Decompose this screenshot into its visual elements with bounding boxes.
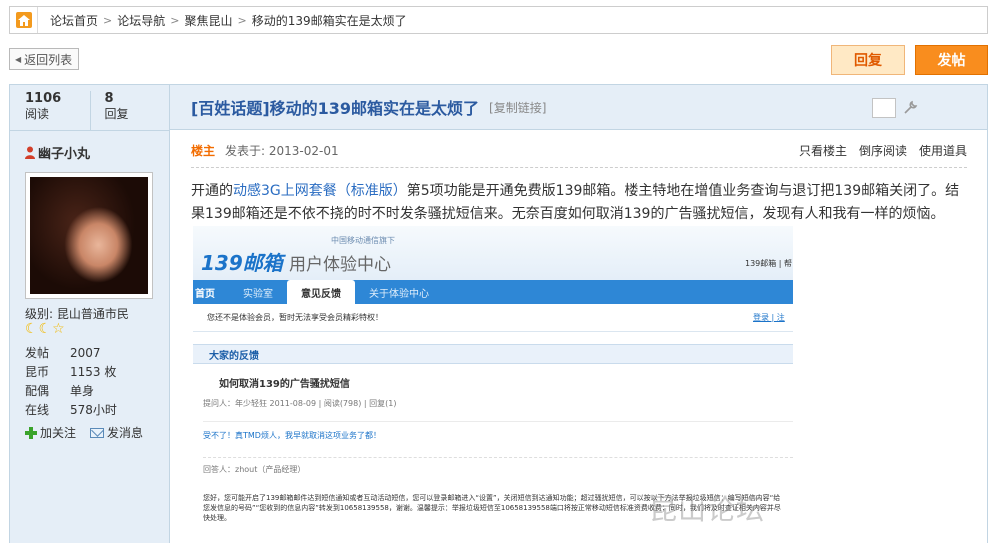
back-to-list-button[interactable]: ◀ 返回列表 <box>9 48 80 70</box>
watermark: 昆山论坛 BBS <box>649 493 766 530</box>
post-text: 开通的 <box>191 183 233 199</box>
use-tools-link[interactable]: 使用道具 <box>919 142 967 159</box>
author-name-row: 幽子小丸 <box>25 143 90 162</box>
profile-value: 578小时 <box>70 403 117 417</box>
screenshot-tab: 实验室 <box>243 288 273 300</box>
profile-key: 配偶 <box>25 384 50 398</box>
author-name[interactable]: 幽子小丸 <box>38 143 90 162</box>
triangle-left-icon: ◀ <box>15 54 22 64</box>
profile-row: 在线 578小时 <box>25 400 140 419</box>
screenshot-logo: 139邮箱 <box>201 251 283 275</box>
plus-icon <box>25 426 37 439</box>
chevron-right-icon: > <box>170 13 180 27</box>
screenshot-right-text: 139邮箱 | 帮 <box>745 259 793 268</box>
screenshot-nav: 首页 实验室 意见反馈 关于体验中心 <box>193 280 793 304</box>
screenshot-question: 如何取消139的广告骚扰短信 <box>219 379 350 390</box>
post-content-area: 楼主 发表于: 2013-02-01 只看楼主 倒序阅读 使用道具 开通的动感3… <box>170 130 988 543</box>
send-message-button[interactable]: 发消息 <box>90 424 143 441</box>
screenshot-question-meta: 提问人：年少轻狂 2011-08-09 | 阅读(798) | 回复(1) <box>203 399 397 408</box>
screenshot-notice: 您还不是体验会员，暂时无法享受会员精彩特权！ 登录 | 注 <box>193 304 793 332</box>
breadcrumb-current: 移动的139邮箱实在是太烦了 <box>251 13 407 28</box>
breadcrumb-forum-home[interactable]: 论坛首页 <box>50 12 98 29</box>
replies-stat: 8 回复 <box>89 91 170 130</box>
moon-icon: ☾ <box>38 321 52 337</box>
send-message-label: 发消息 <box>107 426 144 440</box>
profile-row: 昆币 1153 枚 <box>25 362 140 381</box>
screenshot-tab-active: 意见反馈 <box>287 280 355 304</box>
screenshot-tab: 首页 <box>195 288 215 300</box>
profile-key: 昆币 <box>25 365 50 379</box>
replies-label: 回复 <box>104 107 129 121</box>
profile-row: 配偶 单身 <box>25 381 140 400</box>
member-level: 级别: 昆山普通市民 <box>25 307 129 321</box>
screenshot-reply: 受不了！真TMD烦人，我早就取消这项业务了都！ <box>203 421 793 441</box>
author-profile: 发帖 2007 昆币 1153 枚 配偶 单身 在线 578小时 <box>25 343 140 419</box>
screenshot-header: 中国移动通信旗下 139邮箱 用户体验中心 139邮箱 | 帮 <box>193 226 793 280</box>
screenshot-login: 登录 | 注 <box>753 313 785 322</box>
follow-button[interactable]: 加关注 <box>25 424 76 441</box>
replies-count: 8 <box>104 91 114 106</box>
reverse-order-link[interactable]: 倒序阅读 <box>859 142 907 159</box>
screenshot-tab: 关于体验中心 <box>369 288 429 300</box>
views-count: 1106 <box>25 91 62 106</box>
profile-value: 2007 <box>70 345 101 360</box>
avatar-frame <box>25 172 153 299</box>
star-icon: ☆ <box>52 321 65 337</box>
author-sidebar: 1106 阅读 8 回复 幽子小丸 级别: 昆山普通市民 ☾ ☾ ☆ 发帖 20… <box>9 84 170 543</box>
post-body: 开通的动感3G上网套餐（标准版）第5项功能是开通免费版139邮箱。楼主特地在增值… <box>191 180 971 226</box>
profile-row: 发帖 2007 <box>25 343 140 362</box>
reply-button[interactable]: 回复 <box>831 45 905 75</box>
back-to-list-label: 返回列表 <box>24 52 73 67</box>
screenshot-reply-by: 回答人：zhout（产品经理） <box>203 457 793 475</box>
breadcrumb: 论坛首页 > 论坛导航 > 聚焦昆山 > 移动的139邮箱实在是太烦了 <box>9 6 988 34</box>
profile-value: 1153 枚 <box>70 365 117 379</box>
avatar[interactable] <box>30 177 148 294</box>
post-time: 发表于: 2013-02-01 <box>225 144 339 158</box>
screenshot-logo-sub: 用户体验中心 <box>289 255 391 275</box>
profile-value: 单身 <box>70 384 95 398</box>
home-icon <box>15 12 32 28</box>
profile-key: 在线 <box>25 403 50 417</box>
post-meta: 楼主 发表于: 2013-02-01 只看楼主 倒序阅读 使用道具 <box>191 142 967 168</box>
views-stat: 1106 阅读 <box>10 91 90 130</box>
screenshot-notice-text: 您还不是体验会员，暂时无法享受会员精彩特权！ <box>207 313 383 322</box>
floor-label: 楼主 <box>191 144 216 158</box>
views-label: 阅读 <box>25 107 50 121</box>
screenshot-caption: 中国移动通信旗下 <box>331 236 395 245</box>
package-link[interactable]: 动感3G上网套餐（标准版） <box>233 183 407 199</box>
search-in-thread-input[interactable] <box>872 98 896 118</box>
level-icons: ☾ ☾ ☆ <box>25 322 65 336</box>
home-button[interactable] <box>10 7 38 33</box>
wrench-icon[interactable] <box>902 100 918 116</box>
thread-title: [百姓话题]移动的139邮箱实在是太烦了 <box>191 99 480 118</box>
profile-key: 发帖 <box>25 346 50 360</box>
author-actions: 加关注 发消息 <box>25 424 143 441</box>
post-tools: 只看楼主 倒序阅读 使用道具 <box>799 142 967 159</box>
mail-icon <box>90 427 105 438</box>
chevron-right-icon: > <box>237 13 247 27</box>
thread-title-bar: [百姓话题]移动的139邮箱实在是太烦了 [复制链接] <box>170 84 988 130</box>
thread-stats: 1106 阅读 8 回复 <box>10 85 169 131</box>
moon-icon: ☾ <box>25 321 38 337</box>
breadcrumb-forum-nav[interactable]: 论坛导航 <box>117 12 165 29</box>
copy-link-button[interactable]: [复制链接] <box>489 99 546 116</box>
new-post-button[interactable]: 发帖 <box>915 45 988 75</box>
only-author-link[interactable]: 只看楼主 <box>799 142 847 159</box>
embedded-screenshot: 中国移动通信旗下 139邮箱 用户体验中心 139邮箱 | 帮 首页 实验室 意… <box>193 226 793 530</box>
screenshot-section-title: 大家的反馈 <box>193 344 793 364</box>
follow-label: 加关注 <box>40 426 77 440</box>
user-icon <box>25 146 35 159</box>
chevron-right-icon: > <box>103 13 113 27</box>
breadcrumb-board[interactable]: 聚焦昆山 <box>184 12 232 29</box>
